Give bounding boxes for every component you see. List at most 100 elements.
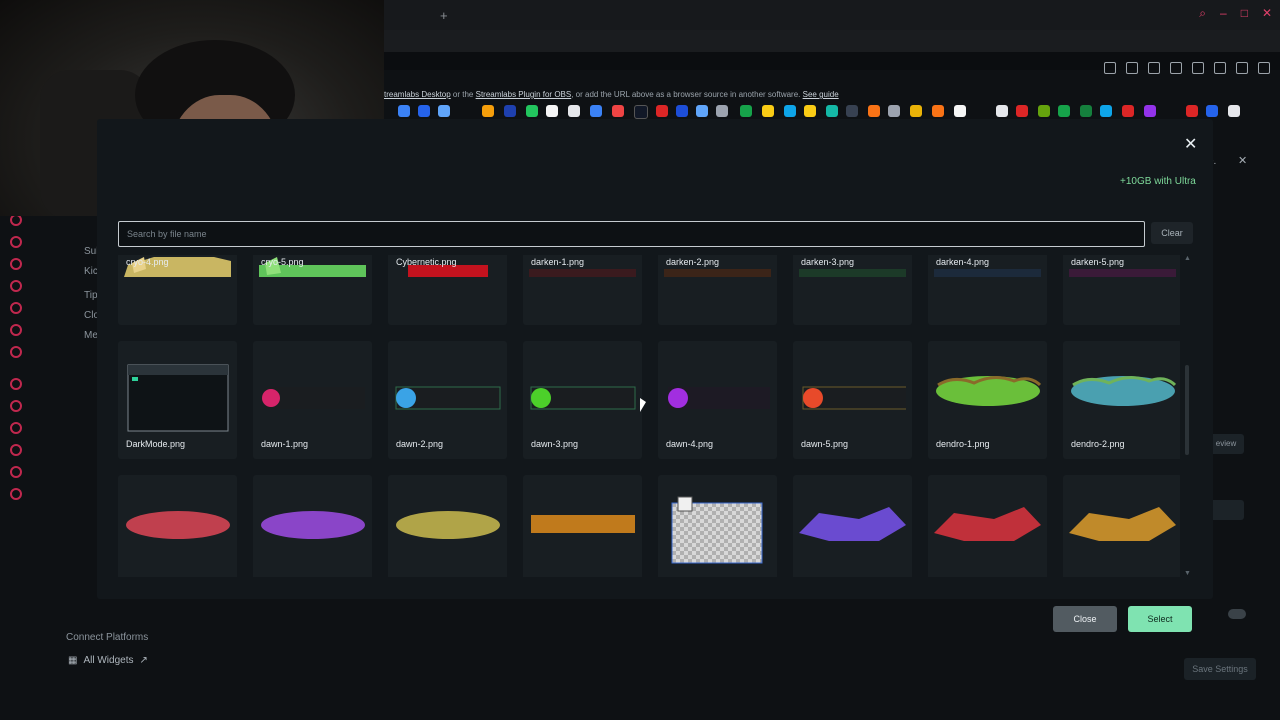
search-field[interactable] xyxy=(118,221,1145,247)
bookmark-icon[interactable] xyxy=(590,105,602,117)
bookmark-icon[interactable] xyxy=(634,105,648,119)
file-tile[interactable]: dawn-2.png xyxy=(388,341,507,459)
bookmark-icon[interactable] xyxy=(504,105,516,117)
review-button[interactable]: eview xyxy=(1208,434,1244,454)
file-tile[interactable]: dendro-2.png xyxy=(1063,341,1180,459)
bookmark-icon[interactable] xyxy=(1016,105,1028,117)
file-tile[interactable] xyxy=(658,475,777,577)
bookmark-icon[interactable] xyxy=(910,105,922,117)
file-tile[interactable]: darken-3.png xyxy=(793,255,912,325)
bookmark-icon[interactable] xyxy=(526,105,538,117)
file-tile[interactable]: darken-4.png xyxy=(928,255,1047,325)
file-tile[interactable] xyxy=(388,475,507,577)
file-tile[interactable]: dawn-3.png xyxy=(523,341,642,459)
close-window-icon[interactable]: ✕ xyxy=(1262,6,1272,21)
bookmark-icon[interactable] xyxy=(1228,105,1240,117)
close-icon[interactable]: ✕ xyxy=(1238,154,1247,167)
file-tile[interactable] xyxy=(793,475,912,577)
rail-icon[interactable] xyxy=(10,236,22,248)
close-icon[interactable]: ✕ xyxy=(1184,134,1197,154)
file-tile[interactable] xyxy=(253,475,372,577)
grid-scrollbar[interactable]: ▲ ▼ xyxy=(1183,255,1191,577)
file-tile[interactable]: Cybernetic.png xyxy=(388,255,507,325)
bookmark-icon[interactable] xyxy=(612,105,624,117)
bookmark-icon[interactable] xyxy=(482,105,494,117)
file-tile[interactable]: cryo-5.png xyxy=(253,255,372,325)
upgrade-ultra-link[interactable]: +10GB with Ultra xyxy=(1120,176,1196,187)
save-settings-button[interactable]: Save Settings xyxy=(1184,658,1256,680)
file-tile[interactable] xyxy=(118,475,237,577)
file-tile[interactable]: DarkMode.png xyxy=(118,341,237,459)
bookmark-icon[interactable] xyxy=(696,105,708,117)
connect-platforms-link[interactable]: Connect Platforms xyxy=(66,632,148,643)
file-tile[interactable]: dawn-4.png xyxy=(658,341,777,459)
search-input[interactable] xyxy=(119,222,1144,246)
file-tile[interactable]: cryo-4.png xyxy=(118,255,237,325)
minimize-icon[interactable]: – xyxy=(1220,6,1227,21)
bookmark-icon[interactable] xyxy=(1122,105,1134,117)
bookmark-icon[interactable] xyxy=(762,105,774,117)
bookmark-icon[interactable] xyxy=(804,105,816,117)
streamlabs-desktop-link[interactable]: treamlabs Desktop xyxy=(384,90,451,99)
file-tile[interactable]: dawn-1.png xyxy=(253,341,372,459)
bookmark-icon[interactable] xyxy=(740,105,752,117)
search-icon[interactable]: ⌕ xyxy=(1199,6,1206,21)
bookmark-icon[interactable] xyxy=(1186,105,1198,117)
bookmark-icon[interactable] xyxy=(1058,105,1070,117)
rail-icon[interactable] xyxy=(10,422,22,434)
toggle-switch[interactable] xyxy=(1228,609,1246,619)
bookmark-icon[interactable] xyxy=(398,105,410,117)
bookmark-icon[interactable] xyxy=(888,105,900,117)
bookmark-icon[interactable] xyxy=(546,105,558,117)
file-tile[interactable]: darken-2.png xyxy=(658,255,777,325)
select-button[interactable]: Select xyxy=(1128,606,1192,632)
bookmark-icon[interactable] xyxy=(568,105,580,117)
bookmark-icon[interactable] xyxy=(438,105,450,117)
bookmark-icon[interactable] xyxy=(932,105,944,117)
streamlabs-plugin-link[interactable]: Streamlabs Plugin for OBS xyxy=(476,90,572,99)
rail-icon[interactable] xyxy=(10,258,22,270)
bookmark-icon[interactable] xyxy=(716,105,728,117)
all-widgets-link[interactable]: ▦ All Widgets ↗ xyxy=(68,655,148,666)
bookmark-icon[interactable] xyxy=(1144,105,1156,117)
rail-icon[interactable] xyxy=(10,378,22,390)
scroll-down-icon[interactable]: ▼ xyxy=(1184,570,1191,577)
rail-icon[interactable] xyxy=(10,346,22,358)
file-tile[interactable]: dendro-1.png xyxy=(928,341,1047,459)
bookmark-icon[interactable] xyxy=(1100,105,1112,117)
bookmark-icon[interactable] xyxy=(954,105,966,117)
bookmark-icon[interactable] xyxy=(1080,105,1092,117)
file-tile[interactable]: darken-5.png xyxy=(1063,255,1180,325)
bookmark-icon[interactable] xyxy=(418,105,430,117)
file-tile[interactable]: darken-1.png xyxy=(523,255,642,325)
sidebar-item[interactable]: Kic xyxy=(84,266,98,277)
rail-icon[interactable] xyxy=(10,400,22,412)
rail-icon[interactable] xyxy=(10,280,22,292)
bookmark-icon[interactable] xyxy=(1206,105,1218,117)
file-tile[interactable]: dawn-5.png xyxy=(793,341,912,459)
bookmark-icon[interactable] xyxy=(656,105,668,117)
file-tile[interactable] xyxy=(928,475,1047,577)
bookmark-icon[interactable] xyxy=(868,105,880,117)
new-tab-button[interactable]: + xyxy=(440,8,448,23)
file-tile[interactable] xyxy=(523,475,642,577)
scroll-up-icon[interactable]: ▲ xyxy=(1184,255,1191,262)
bookmark-icon[interactable] xyxy=(826,105,838,117)
sidebar-item[interactable]: Tip xyxy=(84,290,98,301)
sidebar-item[interactable]: Me xyxy=(84,330,98,341)
scroll-thumb[interactable] xyxy=(1185,365,1189,455)
rail-icon[interactable] xyxy=(10,324,22,336)
rail-icon[interactable] xyxy=(10,488,22,500)
rail-icon[interactable] xyxy=(10,302,22,314)
see-guide-link[interactable]: See guide xyxy=(803,90,839,99)
clear-button[interactable]: Clear xyxy=(1151,222,1193,244)
bookmark-icon[interactable] xyxy=(784,105,796,117)
bookmark-icon[interactable] xyxy=(1038,105,1050,117)
file-tile[interactable] xyxy=(1063,475,1180,577)
bookmark-icon[interactable] xyxy=(846,105,858,117)
bookmark-icon[interactable] xyxy=(676,105,688,117)
close-button[interactable]: Close xyxy=(1053,606,1117,632)
select-dropdown[interactable] xyxy=(1208,500,1244,520)
bookmark-icon[interactable] xyxy=(996,105,1008,117)
maximize-icon[interactable]: □ xyxy=(1241,6,1248,21)
